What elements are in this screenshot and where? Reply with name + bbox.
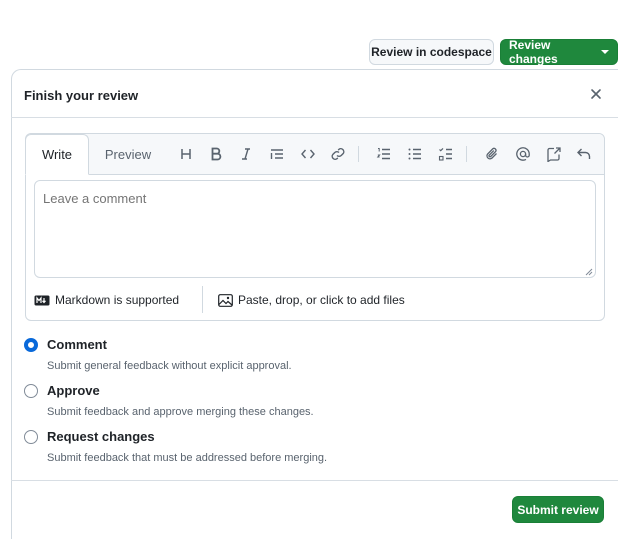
toolbar-separator bbox=[358, 146, 359, 162]
tab-write[interactable]: Write bbox=[25, 134, 89, 175]
option-label[interactable]: Request changes bbox=[47, 429, 155, 444]
heading-icon[interactable] bbox=[177, 145, 195, 163]
request-changes-radio[interactable] bbox=[24, 430, 38, 444]
image-icon bbox=[218, 293, 233, 307]
attach-icon[interactable] bbox=[483, 145, 501, 163]
quote-icon[interactable] bbox=[268, 145, 286, 163]
unordered-list-icon[interactable] bbox=[406, 145, 424, 163]
panel-title: Finish your review bbox=[24, 88, 139, 103]
mention-icon[interactable] bbox=[514, 145, 532, 163]
comment-editor: Write Preview Leave a comment Markdown i… bbox=[25, 133, 605, 321]
finish-review-panel: Finish your review Write Preview Leave a… bbox=[11, 69, 618, 539]
option-description: Submit general feedback without explicit… bbox=[47, 360, 292, 372]
editor-footer: Markdown is supported Paste, drop, or cl… bbox=[26, 286, 604, 321]
submit-review-button[interactable]: Submit review bbox=[512, 496, 604, 523]
link-icon[interactable] bbox=[329, 145, 347, 163]
italic-icon[interactable] bbox=[237, 145, 255, 163]
code-icon[interactable] bbox=[299, 145, 317, 163]
comment-radio[interactable] bbox=[24, 338, 38, 352]
option-description: Submit feedback and approve merging thes… bbox=[47, 406, 314, 418]
resize-handle-icon[interactable] bbox=[583, 266, 593, 276]
markdown-note: Markdown is supported bbox=[55, 293, 180, 307]
comment-textarea[interactable] bbox=[34, 180, 596, 278]
tab-preview[interactable]: Preview bbox=[92, 134, 164, 174]
review-in-codespace-button[interactable]: Review in codespace bbox=[369, 39, 494, 65]
markdown-icon bbox=[34, 295, 50, 305]
option-label[interactable]: Comment bbox=[47, 337, 107, 352]
footer-separator bbox=[202, 286, 203, 313]
attach-note: Paste, drop, or click to add files bbox=[238, 293, 405, 307]
review-changes-button[interactable]: Review changes bbox=[500, 38, 618, 66]
submit-review-label: Submit review bbox=[517, 502, 599, 517]
bold-icon[interactable] bbox=[207, 145, 225, 163]
review-changes-label: Review changes bbox=[509, 38, 558, 66]
attach-files-button[interactable]: Paste, drop, or click to add files bbox=[218, 293, 405, 307]
review-toolbar: Review in codespace Review changes bbox=[0, 38, 618, 67]
task-list-icon[interactable] bbox=[437, 145, 455, 163]
undo-icon[interactable] bbox=[575, 145, 593, 163]
review-in-codespace-label: Review in codespace bbox=[371, 45, 492, 59]
option-description: Submit feedback that must be addressed b… bbox=[47, 452, 328, 464]
reference-icon[interactable] bbox=[545, 145, 563, 163]
panel-divider bbox=[11, 117, 618, 118]
caret-down-icon bbox=[601, 50, 609, 54]
footer-divider bbox=[11, 480, 618, 481]
option-label[interactable]: Approve bbox=[47, 383, 100, 398]
editor-header: Write Preview bbox=[25, 134, 604, 175]
approve-radio[interactable] bbox=[24, 384, 38, 398]
close-icon[interactable] bbox=[588, 86, 604, 102]
markdown-supported-link[interactable]: Markdown is supported bbox=[34, 293, 179, 307]
toolbar-separator bbox=[466, 146, 467, 162]
ordered-list-icon[interactable] bbox=[375, 145, 393, 163]
